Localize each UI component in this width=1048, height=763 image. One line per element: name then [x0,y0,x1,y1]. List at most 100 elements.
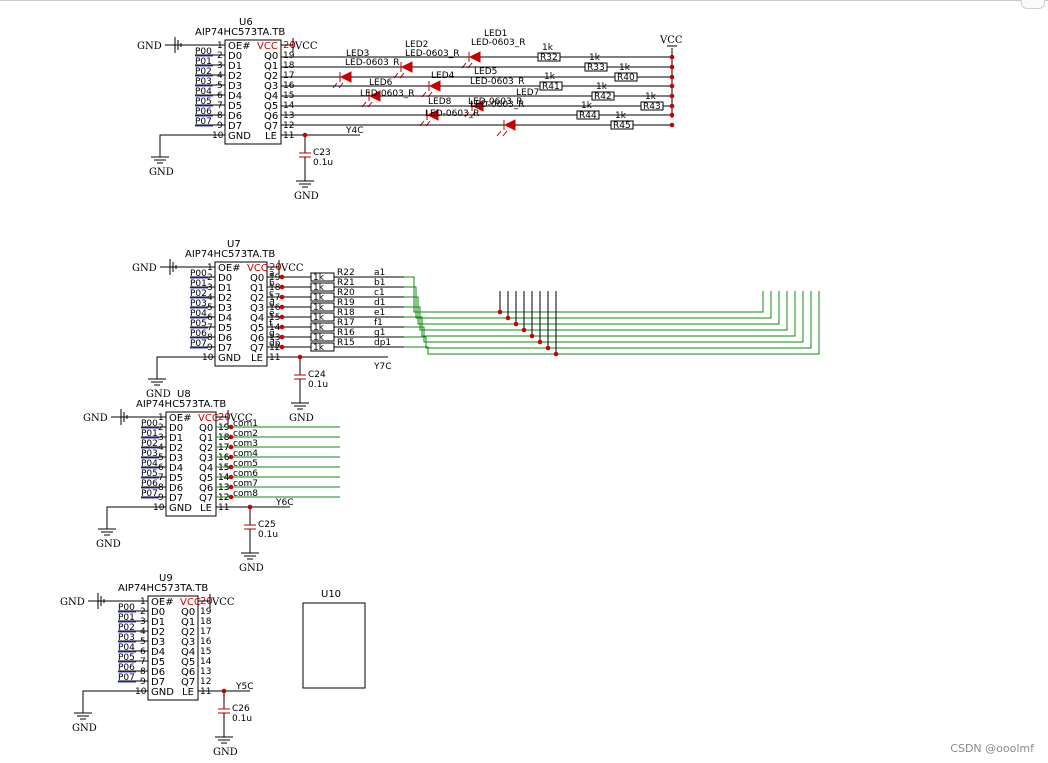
segment-route [404,326,540,343]
pin-number: 12 [283,121,294,131]
pin-number: 10 [135,687,147,697]
pin-number: 8 [140,667,146,677]
resistor: R32 [537,52,561,63]
resistor-ref: R21 [337,278,355,288]
resistor: R44 [576,110,600,121]
net-label: com7 [233,479,258,489]
junction-dot [297,354,303,360]
resistor-ref: R22 [337,268,355,278]
segment-route [500,291,764,313]
resistor-value: 1k [589,53,601,63]
pin-number: 1 [158,413,164,423]
resistor-ref: 1k [313,333,325,343]
pin-number: 19 [200,607,212,617]
resistor-value: 1k [615,111,627,121]
pin-label-le: LE [265,131,277,142]
pin-number: 8 [217,111,223,121]
resistor-value: 1k [542,43,554,53]
ground-symbol-icon: GND [294,171,319,202]
pin-number: 3 [217,61,223,71]
resistor-ref: R15 [337,338,355,348]
net-label: com1 [233,419,258,429]
pin-number: 11 [200,687,211,697]
pin-label-gnd: GND [151,687,174,698]
pin-number: 14 [200,657,212,667]
ground-label: GND [96,539,121,550]
resistor-ref: R16 [337,328,355,338]
net-label: com6 [233,469,258,479]
pin-number: 13 [283,111,294,121]
ground-label: GND [60,597,85,608]
net-label: c1 [374,288,385,298]
pin-number: 13 [218,483,229,493]
pin-label-le: LE [182,687,194,698]
pin-number: 18 [200,617,212,627]
schematic-drawing: U6AIP74HC573TA.TBOE# VCCD0 Q0D1 Q1D2 Q2D3 Q3D… [60,17,820,758]
resistor-ref: R40 [617,73,635,83]
junction-dot [497,309,503,315]
resistor-ref: R41 [542,82,560,92]
vcc-label: VCC [211,597,235,608]
resistor: 1k [310,282,335,293]
led-emission-arrow [496,130,502,137]
segment-channel: dp 1k R15 dp1 [267,338,428,353]
junction-dot [279,314,285,320]
net-label: com8 [233,489,258,499]
pin-number: 17 [200,627,211,637]
vcc-label: VCC [280,263,304,274]
junction-dot [669,103,675,109]
led-part: LED-0603_R [471,38,526,48]
u6-part: AIP74HC573TA.TB [195,27,285,38]
led-diode-icon [503,119,516,131]
u9-part: AIP74HC573TA.TB [118,583,208,594]
ground-symbol-icon: GND [239,543,264,574]
junction-dot [553,351,559,357]
net-label: com4 [233,449,258,459]
capacitor-value: 0.1u [232,714,252,724]
pin-label-gnd: GND [228,131,251,142]
junction-dot [279,304,285,310]
resistor-ref: 1k [313,293,325,303]
led-emission-arrow [502,130,508,137]
pin-number: 3 [140,617,146,627]
net-label: d1 [374,298,385,308]
resistor-ref: R33 [587,63,605,73]
led-ref: LED4 [431,71,455,81]
resistor-ref: R20 [337,288,355,298]
resistor-ref: R32 [540,53,558,63]
pin-label-le: LE [251,353,263,364]
capacitor-ref: C26 [232,704,250,714]
resistor-ref: R45 [613,121,631,131]
junction-dot [669,54,675,60]
pin-number: 17 [218,443,229,453]
resistor-ref: 1k [313,283,325,293]
pin-number: 18 [218,433,230,443]
pin-number: 16 [218,453,230,463]
u9-latch: U9AIP74HC573TA.TBOE# VCCD0 Q0D1 Q1D2 Q2D3 Q3D… [60,573,254,758]
le-net-label: Y4C [345,126,364,136]
resistor: R42 [591,91,615,102]
net-label: com3 [233,439,258,449]
capacitor-ref: C25 [258,520,276,530]
pin-number: 7 [217,101,223,111]
net-label: com5 [233,459,258,469]
pin-number: 4 [140,627,146,637]
resistor-value: 1k [645,92,657,102]
vcc-symbol-icon: VCC [278,260,304,274]
junction-dot [247,504,253,510]
u7-latch: U7AIP74HC573TA.TBOE# VCCD0 Q0D1 Q1D2 Q2D3 Q3D… [132,239,820,424]
ground-label: GND [72,723,97,734]
pin-number: 10 [153,503,165,513]
pin-number: 5 [217,81,223,91]
junction-dot [669,112,675,118]
led-part: LED-0603_R [405,49,460,59]
resistor-ref: R17 [337,318,355,328]
ground-label: GND [137,41,162,52]
pin-number: 6 [140,647,146,657]
pin-number: 1 [207,263,213,273]
net-label: f1 [374,318,383,328]
resistor: 1k [310,332,335,343]
ground-symbol-icon: GND [72,703,97,734]
capacitor-value: 0.1u [313,158,333,168]
junction-dot [279,344,285,350]
